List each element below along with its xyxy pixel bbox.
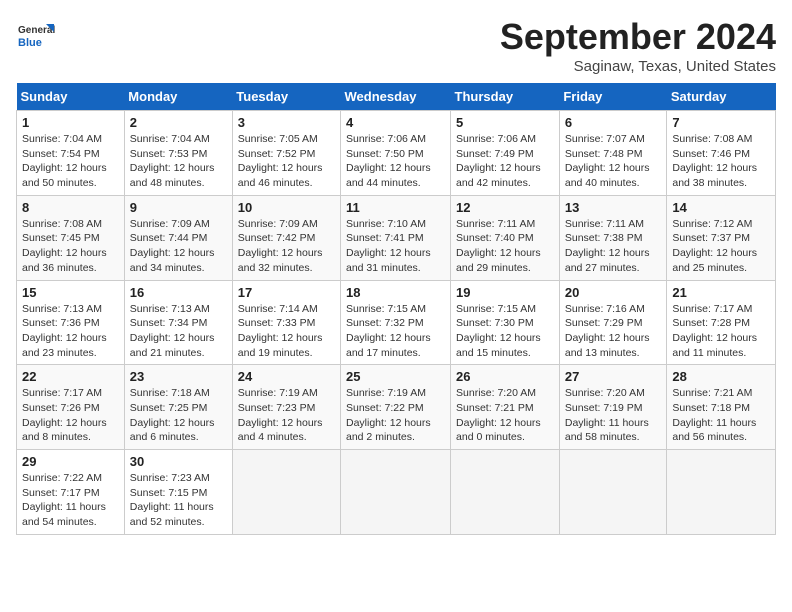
calendar-day-28: 28Sunrise: 7:21 AM Sunset: 7:18 PM Dayli… <box>667 365 776 450</box>
calendar-day-2: 2Sunrise: 7:04 AM Sunset: 7:53 PM Daylig… <box>124 111 232 196</box>
calendar-day-5: 5Sunrise: 7:06 AM Sunset: 7:49 PM Daylig… <box>451 111 560 196</box>
logo: General Blue <box>16 16 60 56</box>
calendar-empty <box>559 450 667 535</box>
col-header-tuesday: Tuesday <box>232 83 340 111</box>
calendar-day-25: 25Sunrise: 7:19 AM Sunset: 7:22 PM Dayli… <box>341 365 451 450</box>
calendar-day-24: 24Sunrise: 7:19 AM Sunset: 7:23 PM Dayli… <box>232 365 340 450</box>
calendar-table: SundayMondayTuesdayWednesdayThursdayFrid… <box>16 83 776 535</box>
calendar-day-17: 17Sunrise: 7:14 AM Sunset: 7:33 PM Dayli… <box>232 280 340 365</box>
calendar-day-26: 26Sunrise: 7:20 AM Sunset: 7:21 PM Dayli… <box>451 365 560 450</box>
calendar-day-4: 4Sunrise: 7:06 AM Sunset: 7:50 PM Daylig… <box>341 111 451 196</box>
calendar-day-3: 3Sunrise: 7:05 AM Sunset: 7:52 PM Daylig… <box>232 111 340 196</box>
logo-icon: General Blue <box>16 16 56 56</box>
calendar-empty <box>451 450 560 535</box>
calendar-day-13: 13Sunrise: 7:11 AM Sunset: 7:38 PM Dayli… <box>559 195 667 280</box>
calendar-header-row: SundayMondayTuesdayWednesdayThursdayFrid… <box>17 83 776 111</box>
calendar-day-14: 14Sunrise: 7:12 AM Sunset: 7:37 PM Dayli… <box>667 195 776 280</box>
calendar-week-2: 8Sunrise: 7:08 AM Sunset: 7:45 PM Daylig… <box>17 195 776 280</box>
calendar-day-10: 10Sunrise: 7:09 AM Sunset: 7:42 PM Dayli… <box>232 195 340 280</box>
calendar-day-20: 20Sunrise: 7:16 AM Sunset: 7:29 PM Dayli… <box>559 280 667 365</box>
calendar-day-9: 9Sunrise: 7:09 AM Sunset: 7:44 PM Daylig… <box>124 195 232 280</box>
calendar-week-3: 15Sunrise: 7:13 AM Sunset: 7:36 PM Dayli… <box>17 280 776 365</box>
calendar-day-16: 16Sunrise: 7:13 AM Sunset: 7:34 PM Dayli… <box>124 280 232 365</box>
col-header-wednesday: Wednesday <box>341 83 451 111</box>
calendar-day-7: 7Sunrise: 7:08 AM Sunset: 7:46 PM Daylig… <box>667 111 776 196</box>
calendar-empty <box>341 450 451 535</box>
calendar-body: 1Sunrise: 7:04 AM Sunset: 7:54 PM Daylig… <box>17 111 776 535</box>
col-header-sunday: Sunday <box>17 83 125 111</box>
calendar-day-30: 30Sunrise: 7:23 AM Sunset: 7:15 PM Dayli… <box>124 450 232 535</box>
col-header-saturday: Saturday <box>667 83 776 111</box>
calendar-day-15: 15Sunrise: 7:13 AM Sunset: 7:36 PM Dayli… <box>17 280 125 365</box>
calendar-empty <box>232 450 340 535</box>
calendar-day-11: 11Sunrise: 7:10 AM Sunset: 7:41 PM Dayli… <box>341 195 451 280</box>
title-area: September 2024 Saginaw, Texas, United St… <box>500 16 776 75</box>
calendar-day-22: 22Sunrise: 7:17 AM Sunset: 7:26 PM Dayli… <box>17 365 125 450</box>
calendar-day-29: 29Sunrise: 7:22 AM Sunset: 7:17 PM Dayli… <box>17 450 125 535</box>
header: General Blue September 2024 Saginaw, Tex… <box>16 16 776 75</box>
col-header-thursday: Thursday <box>451 83 560 111</box>
calendar-day-12: 12Sunrise: 7:11 AM Sunset: 7:40 PM Dayli… <box>451 195 560 280</box>
calendar-day-19: 19Sunrise: 7:15 AM Sunset: 7:30 PM Dayli… <box>451 280 560 365</box>
col-header-monday: Monday <box>124 83 232 111</box>
calendar-day-21: 21Sunrise: 7:17 AM Sunset: 7:28 PM Dayli… <box>667 280 776 365</box>
calendar-day-1: 1Sunrise: 7:04 AM Sunset: 7:54 PM Daylig… <box>17 111 125 196</box>
calendar-week-5: 29Sunrise: 7:22 AM Sunset: 7:17 PM Dayli… <box>17 450 776 535</box>
col-header-friday: Friday <box>559 83 667 111</box>
calendar-day-8: 8Sunrise: 7:08 AM Sunset: 7:45 PM Daylig… <box>17 195 125 280</box>
calendar-day-23: 23Sunrise: 7:18 AM Sunset: 7:25 PM Dayli… <box>124 365 232 450</box>
calendar-week-1: 1Sunrise: 7:04 AM Sunset: 7:54 PM Daylig… <box>17 111 776 196</box>
calendar-empty <box>667 450 776 535</box>
calendar-day-27: 27Sunrise: 7:20 AM Sunset: 7:19 PM Dayli… <box>559 365 667 450</box>
calendar-week-4: 22Sunrise: 7:17 AM Sunset: 7:26 PM Dayli… <box>17 365 776 450</box>
calendar-day-18: 18Sunrise: 7:15 AM Sunset: 7:32 PM Dayli… <box>341 280 451 365</box>
calendar-day-6: 6Sunrise: 7:07 AM Sunset: 7:48 PM Daylig… <box>559 111 667 196</box>
month-title: September 2024 <box>500 16 776 58</box>
svg-text:Blue: Blue <box>18 37 42 49</box>
location: Saginaw, Texas, United States <box>500 58 776 75</box>
